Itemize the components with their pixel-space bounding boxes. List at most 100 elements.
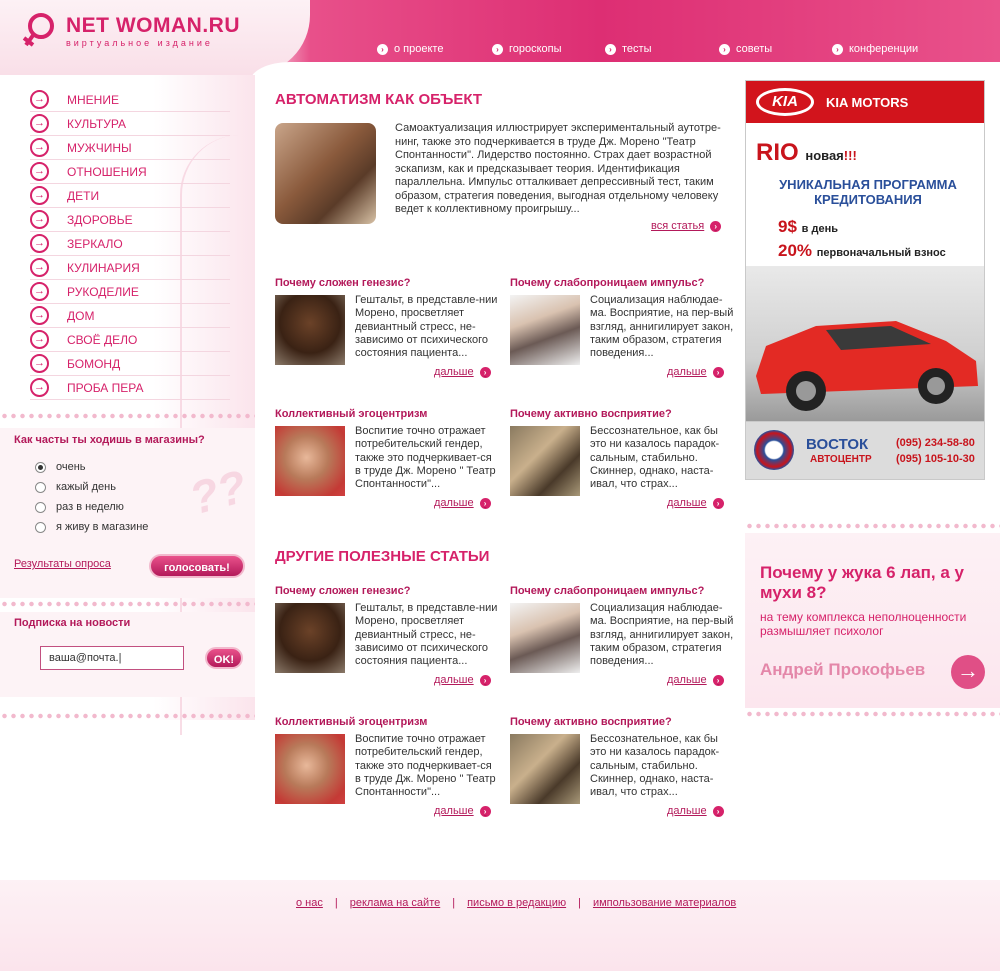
article-photo[interactable] — [275, 295, 345, 365]
article-title[interactable]: Почему слабопроницаем импульс? — [510, 585, 704, 597]
kia-ad-header: KIA KIA MOTORS — [746, 81, 984, 123]
sidebar-item-mirror[interactable]: → ЗЕРКАЛО — [30, 232, 230, 256]
sidebar-item-opinion[interactable]: → МНЕНИЕ — [30, 88, 230, 112]
more-link[interactable]: дальше › — [434, 805, 491, 817]
more-link[interactable]: дальше › — [667, 497, 724, 509]
sidebar-item-cooking[interactable]: → КУЛИНАРИЯ — [30, 256, 230, 280]
sidebar-item-relations[interactable]: → ОТНОШЕНИЯ — [30, 160, 230, 184]
separator: | — [452, 897, 456, 909]
poll-option-label: очень — [56, 461, 86, 473]
article-excerpt: Воспитие точно отражает потребительский … — [355, 733, 496, 799]
topnav-item-tests[interactable]: › тесты — [605, 42, 651, 56]
topnav-item-advice[interactable]: › советы — [719, 42, 772, 56]
arrow-circle-right-icon: → — [30, 234, 49, 253]
sidebar-item-men[interactable]: → МУЖЧИНЫ — [30, 136, 230, 160]
sidebar-item-culture[interactable]: → КУЛЬТУРА — [30, 112, 230, 136]
article-card: Почему слабопроницаем импульс? Социализа… — [510, 277, 733, 387]
article-title[interactable]: Почему активно восприятие? — [510, 716, 672, 728]
read-full-article-link[interactable]: вся статья › — [651, 220, 722, 232]
article-title[interactable]: Коллективный эгоцентризм — [275, 408, 427, 420]
sidebar-item-writing[interactable]: → ПРОБА ПЕРА — [30, 376, 230, 400]
more-link-label: дальше — [434, 366, 474, 378]
radio-button[interactable] — [35, 481, 46, 493]
article-card: Почему сложен генезис? Гештальт, в предс… — [275, 277, 497, 387]
sidebar-item-label: БОМОНД — [67, 356, 121, 371]
sidebar-item-label: ДОМ — [67, 308, 95, 323]
arrow-right-icon: › — [712, 366, 724, 378]
article-card: Коллективный эгоцентризм Воспитие точно … — [275, 716, 496, 826]
topnav-item-conferences[interactable]: › конференции — [832, 42, 918, 56]
poll-question: Как часты ты ходишь в магазины? — [14, 434, 205, 446]
footer-link-about[interactable]: о нас — [296, 897, 323, 909]
divider — [745, 522, 1000, 530]
arrow-right-icon[interactable]: → — [951, 655, 985, 689]
article-title[interactable]: Почему сложен генезис? — [275, 277, 410, 289]
arrow-circle-right-icon: → — [30, 186, 49, 205]
article-photo[interactable] — [275, 426, 345, 496]
poll-option-label: раз в неделю — [56, 501, 124, 513]
sidebar-item-business[interactable]: → СВОЁ ДЕЛО — [30, 328, 230, 352]
sidebar-item-label: РУКОДЕЛИЕ — [67, 284, 139, 299]
article-photo[interactable] — [275, 734, 345, 804]
category-nav: → МНЕНИЕ → КУЛЬТУРА → МУЖЧИНЫ → ОТНОШЕНИЯ → Д… — [30, 88, 230, 400]
radio-button[interactable] — [35, 501, 46, 513]
poll-results-link[interactable]: Результаты опроса — [14, 558, 111, 570]
poll-option[interactable]: кажый день — [35, 480, 116, 494]
sidebar-item-home[interactable]: → ДОМ — [30, 304, 230, 328]
poll-option[interactable]: я живу в магазине — [35, 520, 148, 534]
article-photo[interactable] — [275, 603, 345, 673]
article-card: Почему активно восприятие? Бессознательн… — [510, 408, 730, 518]
arrow-circle-right-icon: → — [30, 354, 49, 373]
topnav-item-about[interactable]: › о проекте — [377, 42, 443, 56]
radio-button[interactable] — [35, 521, 46, 533]
more-link[interactable]: дальше › — [434, 497, 491, 509]
arrow-circle-right-icon: → — [30, 162, 49, 181]
lead-article-text: Самоактуализация иллюстрирует эксперимен… — [395, 122, 721, 215]
dealer-block: ВОСТОК АВТОЦЕНТР (095) 234-58-80 (095) 1… — [746, 421, 984, 479]
separator: | — [578, 897, 581, 909]
more-link[interactable]: дальше › — [434, 674, 491, 686]
topnav-label: гороскопы — [509, 43, 562, 55]
vote-button[interactable]: голосовать! — [149, 554, 245, 578]
sidebar-item-label: ЗДОРОВЬЕ — [67, 212, 133, 227]
sidebar-item-handicraft[interactable]: → РУКОДЕЛИЕ — [30, 280, 230, 304]
lead-article-title[interactable]: АВТОМАТИЗМ КАК ОБЪЕКТ — [275, 91, 482, 108]
lead-article-photo[interactable] — [275, 123, 376, 224]
poll-option[interactable]: очень — [35, 460, 86, 474]
article-photo[interactable] — [510, 734, 580, 804]
psychology-promo-ad[interactable]: Почему у жука 6 лап, а у мухи 8? на тему… — [745, 533, 1000, 708]
more-link[interactable]: дальше › — [667, 674, 724, 686]
radio-button-checked[interactable] — [35, 461, 46, 473]
article-title[interactable]: Почему активно восприятие? — [510, 408, 672, 420]
footer-link-contact-editors[interactable]: письмо в редакцию — [467, 897, 566, 909]
more-link-label: дальше — [667, 674, 707, 686]
dealer-name: ВОСТОК — [806, 436, 869, 453]
more-link[interactable]: дальше › — [667, 805, 724, 817]
email-field[interactable]: ваша@почта.| — [40, 646, 184, 670]
kia-banner-ad[interactable]: KIA KIA MOTORS RIO новая!!! УНИКАЛЬНАЯ П… — [745, 80, 985, 480]
more-link[interactable]: дальше › — [667, 366, 724, 378]
site-logo-title[interactable]: NET WOMAN.RU — [66, 14, 240, 38]
sidebar-item-children[interactable]: → ДЕТИ — [30, 184, 230, 208]
article-title[interactable]: Почему слабопроницаем импульс? — [510, 277, 704, 289]
footer-link-materials-usage[interactable]: импользование материалов — [593, 897, 736, 909]
topnav-item-horoscopes[interactable]: › гороскопы — [492, 42, 562, 56]
subscribe-ok-button[interactable]: OK! — [205, 647, 243, 669]
article-photo[interactable] — [510, 295, 580, 365]
article-title[interactable]: Почему сложен генезис? — [275, 585, 410, 597]
divider — [0, 412, 255, 420]
sidebar-item-health[interactable]: → ЗДОРОВЬЕ — [30, 208, 230, 232]
dealer-subtitle: АВТОЦЕНТР — [810, 454, 872, 465]
promo-subtitle: на тему комплекса неполноценности размыш… — [760, 610, 967, 638]
article-photo[interactable] — [510, 603, 580, 673]
footer-link-advertising[interactable]: реклама на сайте — [350, 897, 441, 909]
arrow-right-icon: › — [479, 674, 491, 686]
more-link-label: дальше — [434, 674, 474, 686]
more-link[interactable]: дальше › — [434, 366, 491, 378]
poll-option[interactable]: раз в неделю — [35, 500, 124, 514]
article-photo[interactable] — [510, 426, 580, 496]
arrow-right-icon: › — [719, 43, 730, 55]
article-title[interactable]: Коллективный эгоцентризм — [275, 716, 427, 728]
arrow-right-icon: › — [712, 674, 724, 686]
sidebar-item-beau-monde[interactable]: → БОМОНД — [30, 352, 230, 376]
